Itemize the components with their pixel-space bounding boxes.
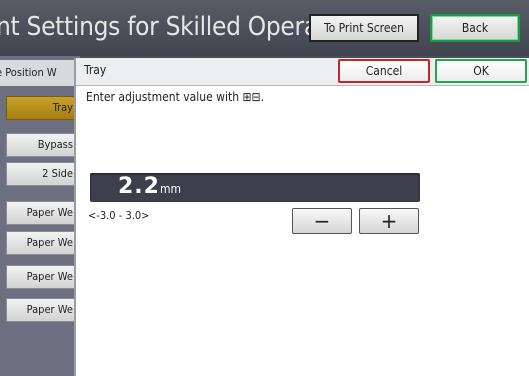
- increment-button[interactable]: +: [359, 208, 419, 234]
- value-number: 2.2: [118, 174, 160, 199]
- sidebar-item-paper-weight-2[interactable]: Paper We: [6, 231, 80, 255]
- dialog-title: Tray: [84, 63, 107, 77]
- adjustment-dialog: Tray Cancel OK Enter adjustment value wi…: [74, 58, 529, 376]
- sidebar-item-2side[interactable]: 2 Side: [6, 162, 80, 186]
- page-title: nt Settings for Skilled Operators: [0, 12, 362, 42]
- sidebar-header: e Position W: [0, 60, 80, 86]
- sidebar-item-tray[interactable]: Tray: [6, 96, 80, 120]
- sidebar-item-paper-weight-3[interactable]: Paper We: [6, 265, 80, 289]
- value-unit: mm: [160, 182, 182, 196]
- back-button[interactable]: Back: [430, 14, 520, 42]
- dialog-header: Tray Cancel OK: [76, 58, 529, 86]
- decrement-button[interactable]: −: [292, 208, 352, 234]
- sidebar-item-paper-weight-4[interactable]: Paper We: [6, 298, 80, 322]
- screen: nt Settings for Skilled Operators To Pri…: [0, 0, 529, 376]
- ok-button[interactable]: OK: [435, 59, 527, 83]
- print-screen-button[interactable]: To Print Screen: [309, 14, 419, 42]
- cancel-button[interactable]: Cancel: [338, 59, 430, 83]
- sidebar: e Position W Tray Bypass 2 Side Paper We…: [0, 56, 80, 376]
- instruction-text: Enter adjustment value with ⊞⊟.: [86, 90, 265, 104]
- sidebar-item-bypass[interactable]: Bypass: [6, 133, 80, 157]
- header-bar: nt Settings for Skilled Operators To Pri…: [0, 0, 529, 56]
- value-field[interactable]: 2.2 mm: [90, 173, 420, 202]
- sidebar-item-paper-weight-1[interactable]: Paper We: [6, 201, 80, 225]
- range-label: <-3.0 - 3.0>: [88, 209, 150, 222]
